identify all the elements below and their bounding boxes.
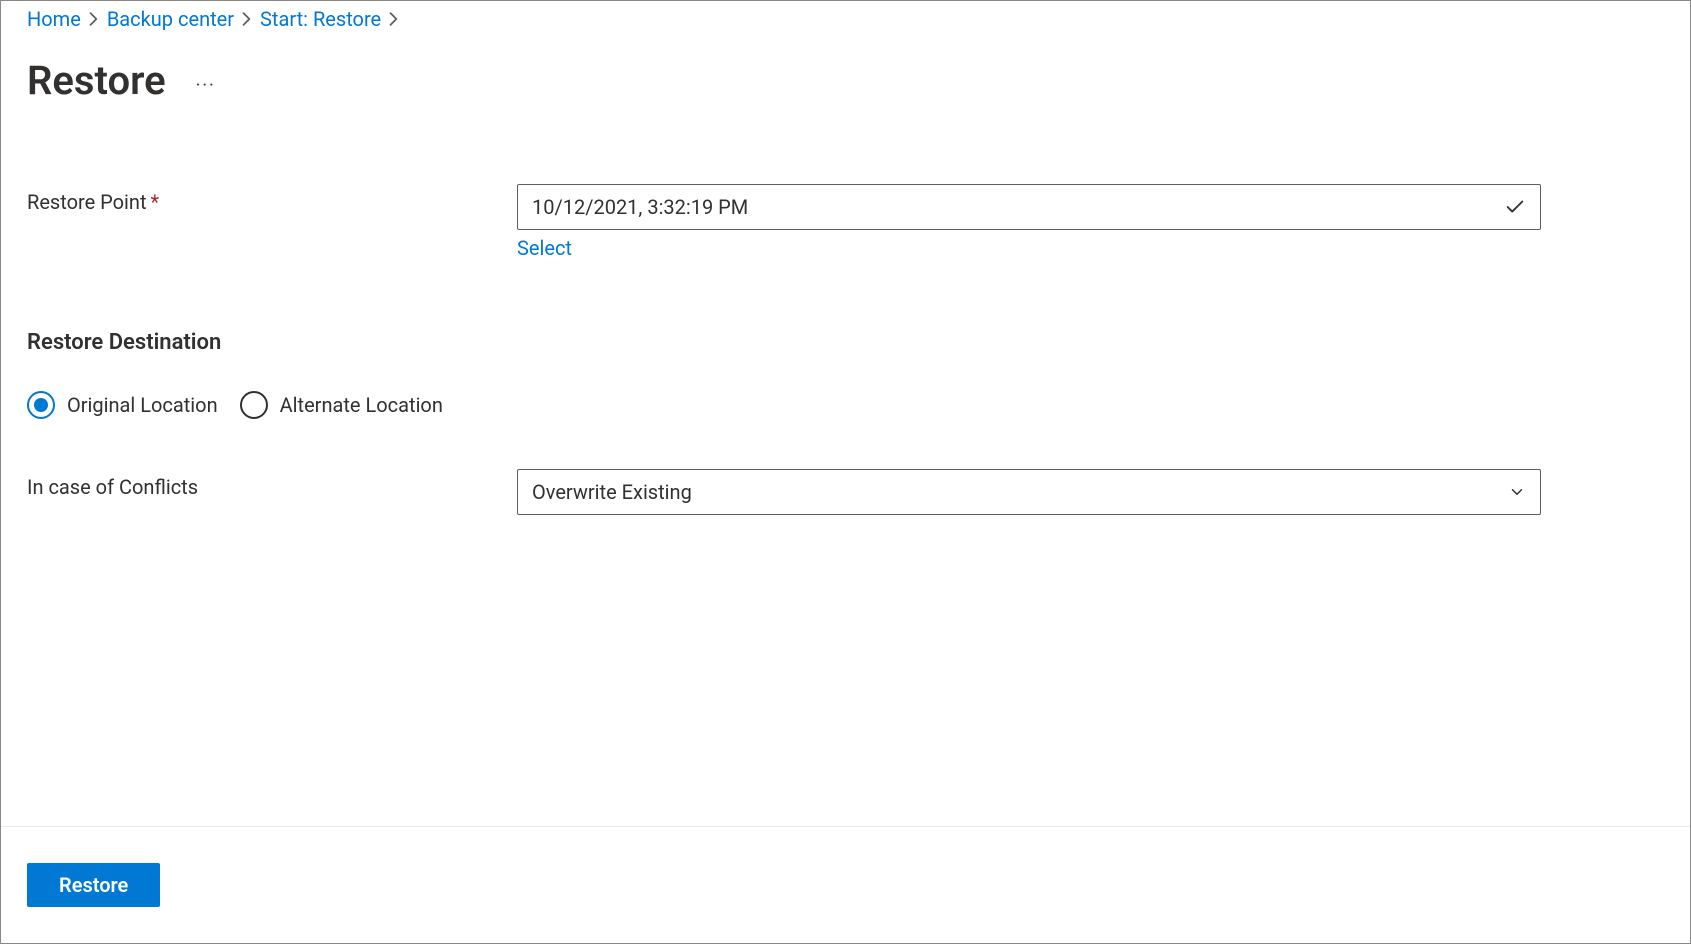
destination-radio-group: Original Location Alternate Location bbox=[27, 391, 1664, 419]
breadcrumb-start-restore[interactable]: Start: Restore bbox=[260, 7, 381, 31]
radio-alternate-location[interactable]: Alternate Location bbox=[240, 391, 443, 419]
footer-bar: Restore bbox=[1, 826, 1690, 943]
checkmark-icon bbox=[1504, 196, 1526, 218]
restore-point-label: Restore Point* bbox=[27, 184, 517, 214]
radio-original-location[interactable]: Original Location bbox=[27, 391, 218, 419]
restore-button[interactable]: Restore bbox=[27, 863, 160, 907]
restore-point-input[interactable]: 10/12/2021, 3:32:19 PM bbox=[517, 184, 1541, 230]
radio-original-label: Original Location bbox=[67, 393, 218, 417]
chevron-right-icon bbox=[242, 12, 252, 26]
select-restore-point-link[interactable]: Select bbox=[517, 236, 572, 260]
breadcrumb-home[interactable]: Home bbox=[27, 7, 81, 31]
radio-selected-icon bbox=[27, 391, 55, 419]
chevron-right-icon bbox=[389, 12, 399, 26]
page-title: Restore bbox=[27, 57, 166, 104]
breadcrumb: Home Backup center Start: Restore bbox=[27, 5, 1664, 41]
restore-point-value: 10/12/2021, 3:32:19 PM bbox=[532, 195, 1504, 219]
chevron-down-icon bbox=[1508, 483, 1526, 501]
conflicts-select[interactable]: Overwrite Existing bbox=[517, 469, 1541, 515]
conflicts-label: In case of Conflicts bbox=[27, 469, 517, 499]
radio-alternate-label: Alternate Location bbox=[280, 393, 443, 417]
restore-destination-heading: Restore Destination bbox=[27, 330, 1664, 355]
conflicts-value: Overwrite Existing bbox=[532, 480, 1508, 504]
breadcrumb-backup-center[interactable]: Backup center bbox=[107, 7, 234, 31]
radio-unselected-icon bbox=[240, 391, 268, 419]
chevron-right-icon bbox=[89, 12, 99, 26]
more-actions-button[interactable]: ··· bbox=[196, 65, 216, 96]
